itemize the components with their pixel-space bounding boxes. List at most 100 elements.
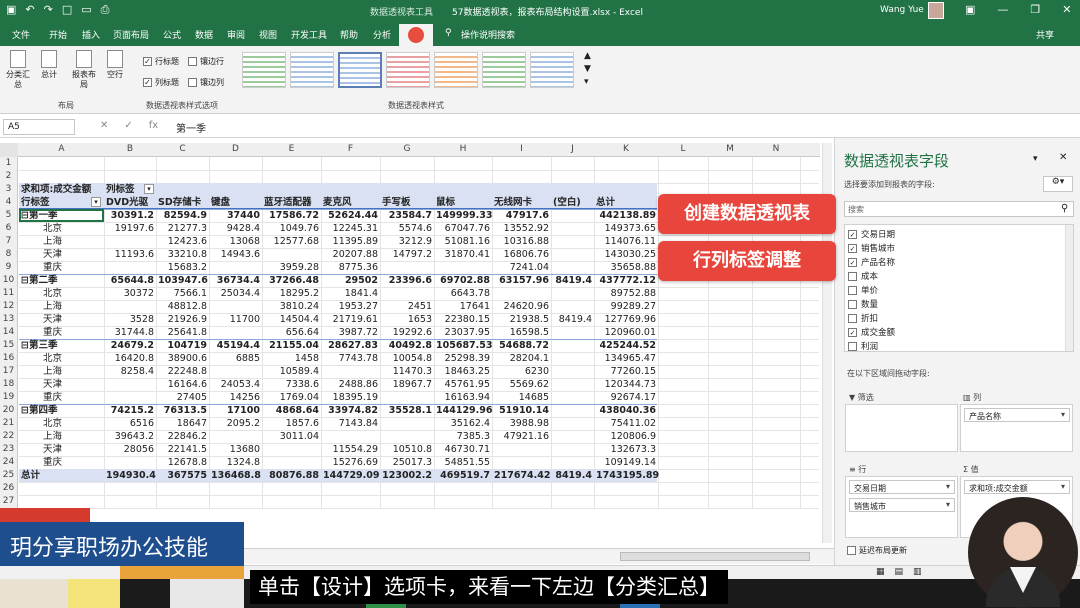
- value-cell[interactable]: [382, 287, 432, 300]
- column-header-cell[interactable]: DVD光驱: [106, 196, 154, 209]
- filter-dropdown-icon[interactable]: ▾: [144, 184, 154, 194]
- value-cell[interactable]: [106, 378, 154, 391]
- city-label[interactable]: 重庆: [21, 261, 102, 274]
- value-cell[interactable]: 30372: [106, 287, 154, 300]
- value-cell[interactable]: 33210.8: [158, 248, 207, 261]
- value-cell[interactable]: 103947.6: [158, 274, 208, 287]
- city-label[interactable]: 天津: [21, 378, 102, 391]
- value-cell[interactable]: 127769.96: [596, 313, 656, 326]
- field-item[interactable]: 单价: [848, 284, 878, 296]
- column-header-k[interactable]: K: [594, 144, 658, 154]
- value-cell[interactable]: 23396.6: [382, 274, 432, 287]
- value-cell[interactable]: 7241.04: [494, 261, 549, 274]
- value-cell[interactable]: 438040.36: [596, 404, 657, 417]
- column-header-n[interactable]: N: [752, 144, 800, 154]
- filter-area[interactable]: [845, 404, 958, 452]
- field-item[interactable]: 折扣: [848, 312, 878, 324]
- function-icon[interactable]: fx: [149, 120, 158, 131]
- row-header-18[interactable]: 18: [0, 378, 18, 391]
- value-cell[interactable]: 109149.14: [596, 456, 656, 469]
- value-cell[interactable]: [323, 430, 378, 443]
- value-cell[interactable]: 1458: [264, 352, 319, 365]
- style-swatch[interactable]: [386, 52, 430, 88]
- columns-area[interactable]: 产品名称: [960, 404, 1073, 452]
- value-cell[interactable]: 39643.2: [106, 430, 154, 443]
- tab-analyze[interactable]: 分析: [373, 28, 391, 41]
- tab-view[interactable]: 视图: [259, 28, 277, 41]
- value-cell[interactable]: 22846.2: [158, 430, 207, 443]
- value-cell[interactable]: [106, 456, 154, 469]
- value-cell[interactable]: 63157.96: [494, 274, 549, 287]
- column-header-h[interactable]: H: [434, 144, 492, 154]
- value-cell[interactable]: 19197.6: [106, 222, 154, 235]
- row-header-27[interactable]: 27: [0, 495, 18, 508]
- tab-file[interactable]: 文件: [12, 28, 30, 41]
- row-header-23[interactable]: 23: [0, 443, 18, 456]
- tab-help[interactable]: 帮助: [340, 28, 358, 41]
- value-cell[interactable]: 7743.78: [323, 352, 378, 365]
- search-icon[interactable]: ⚲: [445, 28, 452, 38]
- value-cell[interactable]: 9428.4: [211, 222, 260, 235]
- column-header-e[interactable]: E: [262, 144, 321, 154]
- close-icon[interactable]: ✕: [1062, 3, 1071, 16]
- value-cell[interactable]: 69702.88: [436, 274, 490, 287]
- column-headers-checkbox[interactable]: ✓ 列标题: [143, 77, 179, 88]
- tab-review[interactable]: 审阅: [227, 28, 245, 41]
- value-cell[interactable]: 6516: [106, 417, 154, 430]
- value-cell[interactable]: [106, 235, 154, 248]
- panel-dropdown-icon[interactable]: ▾: [1033, 154, 1038, 164]
- tab-insert[interactable]: 插入: [82, 28, 100, 41]
- value-cell[interactable]: 33974.82: [323, 404, 378, 417]
- value-cell[interactable]: 12577.68: [264, 235, 319, 248]
- value-cell[interactable]: [264, 248, 319, 261]
- value-cell[interactable]: 442138.89: [596, 209, 657, 222]
- style-swatch[interactable]: [434, 52, 478, 88]
- value-cell[interactable]: 8419.4: [553, 469, 592, 482]
- column-header-cell[interactable]: 无线网卡: [494, 196, 549, 209]
- value-cell[interactable]: 17100: [211, 404, 260, 417]
- column-header-cell[interactable]: 鼠标: [436, 196, 490, 209]
- city-label[interactable]: 天津: [21, 248, 102, 261]
- column-header-b[interactable]: B: [104, 144, 156, 154]
- gear-icon[interactable]: ⚙▾: [1043, 176, 1073, 192]
- value-cell[interactable]: 14797.2: [382, 248, 432, 261]
- row-header-19[interactable]: 19: [0, 391, 18, 404]
- value-cell[interactable]: 217674.42: [494, 469, 551, 482]
- tab-developer[interactable]: 开发工具: [291, 28, 327, 41]
- style-swatch[interactable]: [530, 52, 574, 88]
- row-header-9[interactable]: 9: [0, 261, 18, 274]
- field-search-input[interactable]: 搜索: [844, 201, 1074, 217]
- value-cell[interactable]: 1653: [382, 313, 432, 326]
- city-label[interactable]: 重庆: [21, 391, 102, 404]
- column-header-cell[interactable]: 键盘: [211, 196, 260, 209]
- city-label[interactable]: 天津: [21, 313, 102, 326]
- value-cell[interactable]: 1743195.89: [596, 469, 659, 482]
- row-header-26[interactable]: 26: [0, 482, 18, 495]
- value-cell[interactable]: 18463.25: [436, 365, 490, 378]
- value-cell[interactable]: [553, 287, 592, 300]
- value-cell[interactable]: 7385.3: [436, 430, 490, 443]
- value-cell[interactable]: 30391.2: [106, 209, 154, 222]
- value-cell[interactable]: [553, 326, 592, 339]
- cancel-icon[interactable]: ✕: [100, 120, 108, 131]
- redo-icon[interactable]: ↷: [44, 3, 53, 17]
- value-cell[interactable]: 6643.78: [436, 287, 490, 300]
- pivot-style-gallery[interactable]: [240, 50, 580, 92]
- value-cell[interactable]: 52624.44: [323, 209, 378, 222]
- value-cell[interactable]: 22248.8: [158, 365, 207, 378]
- filter-dropdown-icon[interactable]: ▾: [91, 197, 101, 207]
- blank-rows-button[interactable]: 空行: [101, 50, 129, 80]
- value-cell[interactable]: 1324.8: [211, 456, 260, 469]
- save-icon[interactable]: ▣: [6, 3, 16, 17]
- value-cell[interactable]: 3959.28: [264, 261, 319, 274]
- column-header-a[interactable]: A: [19, 144, 104, 154]
- value-cell[interactable]: 2451: [382, 300, 432, 313]
- value-cell[interactable]: 17586.72: [264, 209, 319, 222]
- city-label[interactable]: 上海: [21, 300, 102, 313]
- value-cell[interactable]: 17641: [436, 300, 490, 313]
- value-cell[interactable]: 1953.27: [323, 300, 378, 313]
- value-cell[interactable]: 120344.73: [596, 378, 656, 391]
- value-cell[interactable]: 47917.6: [494, 209, 549, 222]
- value-cell[interactable]: 11470.3: [382, 365, 432, 378]
- value-cell[interactable]: 149999.33: [436, 209, 493, 222]
